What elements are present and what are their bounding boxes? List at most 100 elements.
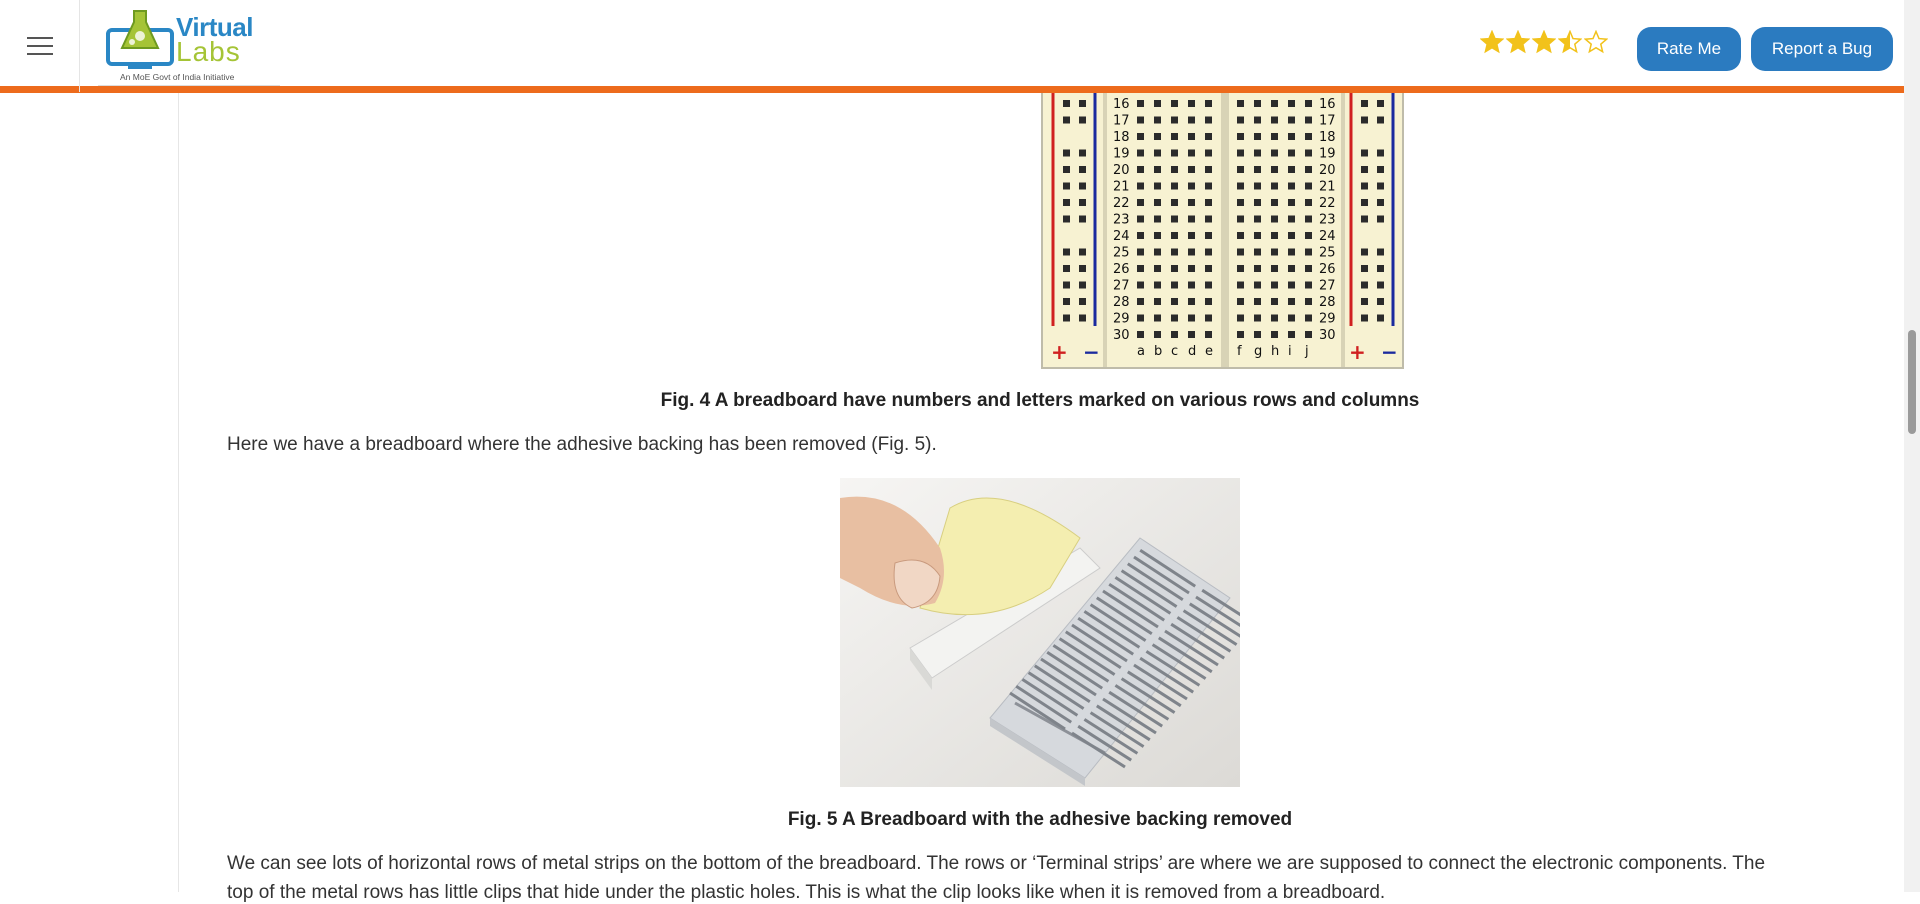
terminal-hole bbox=[1205, 331, 1212, 338]
star-icon[interactable] bbox=[1558, 30, 1582, 54]
rail-minus-symbol: − bbox=[1083, 340, 1100, 364]
terminal-hole bbox=[1271, 331, 1278, 338]
rail-hole bbox=[1063, 182, 1070, 190]
terminal-hole bbox=[1305, 182, 1312, 190]
terminal-hole bbox=[1188, 232, 1195, 239]
terminal-hole bbox=[1154, 232, 1161, 239]
terminal-hole bbox=[1188, 199, 1195, 206]
rail-hole bbox=[1361, 100, 1368, 107]
rail-hole bbox=[1063, 265, 1070, 272]
star-icon[interactable] bbox=[1532, 30, 1556, 54]
terminal-hole bbox=[1254, 199, 1261, 206]
row-number-left: 25 bbox=[1113, 246, 1130, 261]
terminal-hole bbox=[1271, 265, 1278, 272]
terminal-hole bbox=[1137, 331, 1144, 338]
rail-hole bbox=[1377, 314, 1384, 322]
terminal-hole bbox=[1205, 133, 1212, 140]
rail-hole bbox=[1063, 215, 1070, 223]
column-letter: a bbox=[1137, 344, 1145, 359]
rail-hole bbox=[1079, 215, 1086, 223]
page-scrollbar[interactable] bbox=[1904, 0, 1920, 892]
terminal-hole bbox=[1171, 199, 1178, 206]
terminal-hole bbox=[1305, 199, 1312, 206]
row-number-right: 29 bbox=[1319, 312, 1336, 327]
terminal-hole bbox=[1271, 182, 1278, 190]
terminal-hole bbox=[1154, 265, 1161, 272]
terminal-hole bbox=[1188, 116, 1195, 124]
terminal-hole bbox=[1237, 314, 1244, 322]
terminal-hole bbox=[1305, 166, 1312, 173]
terminal-hole bbox=[1154, 199, 1161, 206]
row-number-right: 19 bbox=[1319, 147, 1336, 162]
terminal-hole bbox=[1254, 215, 1261, 223]
terminal-hole bbox=[1254, 314, 1261, 322]
rail-hole bbox=[1063, 166, 1070, 173]
terminal-hole bbox=[1137, 248, 1144, 256]
star-icon[interactable] bbox=[1584, 30, 1608, 54]
hamburger-menu-button[interactable] bbox=[0, 0, 80, 92]
terminal-hole bbox=[1188, 248, 1195, 256]
rail-hole bbox=[1063, 314, 1070, 322]
terminal-hole bbox=[1188, 166, 1195, 173]
terminal-hole bbox=[1271, 116, 1278, 124]
terminal-hole bbox=[1288, 116, 1295, 124]
terminal-hole bbox=[1288, 100, 1295, 107]
terminal-hole bbox=[1254, 182, 1261, 190]
row-number-right: 20 bbox=[1319, 163, 1336, 178]
terminal-hole bbox=[1305, 100, 1312, 107]
breadboard-figure-4: 16 16 17 17 18 18 19 19 20 20 21 21 22 22 23 23 24 24 25 25… bbox=[1041, 92, 1404, 369]
terminal-hole bbox=[1288, 265, 1295, 272]
terminal-hole bbox=[1237, 166, 1244, 173]
terminal-hole bbox=[1271, 298, 1278, 305]
rate-me-button[interactable]: Rate Me bbox=[1637, 27, 1741, 71]
terminal-hole bbox=[1188, 331, 1195, 338]
star-icon[interactable] bbox=[1480, 30, 1504, 54]
scrollbar-thumb[interactable] bbox=[1908, 330, 1916, 434]
terminal-hole bbox=[1188, 265, 1195, 272]
rail-hole bbox=[1361, 298, 1368, 305]
terminal-hole bbox=[1237, 100, 1244, 107]
terminal-hole bbox=[1188, 314, 1195, 322]
terminal-hole bbox=[1271, 133, 1278, 140]
separator-right bbox=[1341, 92, 1345, 367]
terminal-hole bbox=[1305, 248, 1312, 256]
rail-hole bbox=[1377, 215, 1384, 223]
row-number-left: 21 bbox=[1113, 180, 1130, 195]
rail-hole bbox=[1079, 149, 1086, 157]
terminal-hole bbox=[1154, 100, 1161, 107]
terminal-hole bbox=[1171, 133, 1178, 140]
paragraph-clips: top of the metal rows has little clips t… bbox=[227, 882, 1386, 903]
logo-tagline: An MoE Govt of India Initiative bbox=[120, 72, 235, 82]
rail-hole bbox=[1361, 281, 1368, 289]
row-number-left: 20 bbox=[1113, 163, 1130, 178]
star-rating[interactable] bbox=[1480, 30, 1610, 54]
terminal-hole bbox=[1205, 116, 1212, 124]
rail-hole bbox=[1079, 298, 1086, 305]
terminal-hole bbox=[1237, 116, 1244, 124]
terminal-hole bbox=[1171, 182, 1178, 190]
rail-hole bbox=[1377, 149, 1384, 157]
star-icon[interactable] bbox=[1506, 30, 1530, 54]
rail-hole bbox=[1361, 182, 1368, 190]
terminal-hole bbox=[1154, 166, 1161, 173]
terminal-hole bbox=[1171, 215, 1178, 223]
terminal-hole bbox=[1171, 100, 1178, 107]
terminal-hole bbox=[1171, 298, 1178, 305]
rail-hole bbox=[1377, 281, 1384, 289]
terminal-hole bbox=[1237, 331, 1244, 338]
rail-hole bbox=[1079, 265, 1086, 272]
column-letter: d bbox=[1188, 344, 1196, 359]
rail-hole bbox=[1361, 215, 1368, 223]
terminal-hole bbox=[1137, 265, 1144, 272]
center-channel bbox=[1221, 92, 1229, 367]
terminal-hole bbox=[1288, 199, 1295, 206]
terminal-hole bbox=[1288, 149, 1295, 157]
rail-hole bbox=[1063, 199, 1070, 206]
rail-hole bbox=[1079, 100, 1086, 107]
report-bug-button[interactable]: Report a Bug bbox=[1751, 27, 1893, 71]
top-navbar: Virtual Labs An MoE Govt of India Initia… bbox=[0, 0, 1904, 93]
virtual-labs-logo[interactable]: Virtual Labs An MoE Govt of India Initia… bbox=[98, 4, 280, 86]
terminal-hole bbox=[1154, 314, 1161, 322]
rail-hole bbox=[1377, 298, 1384, 305]
row-number-left: 28 bbox=[1113, 295, 1130, 310]
